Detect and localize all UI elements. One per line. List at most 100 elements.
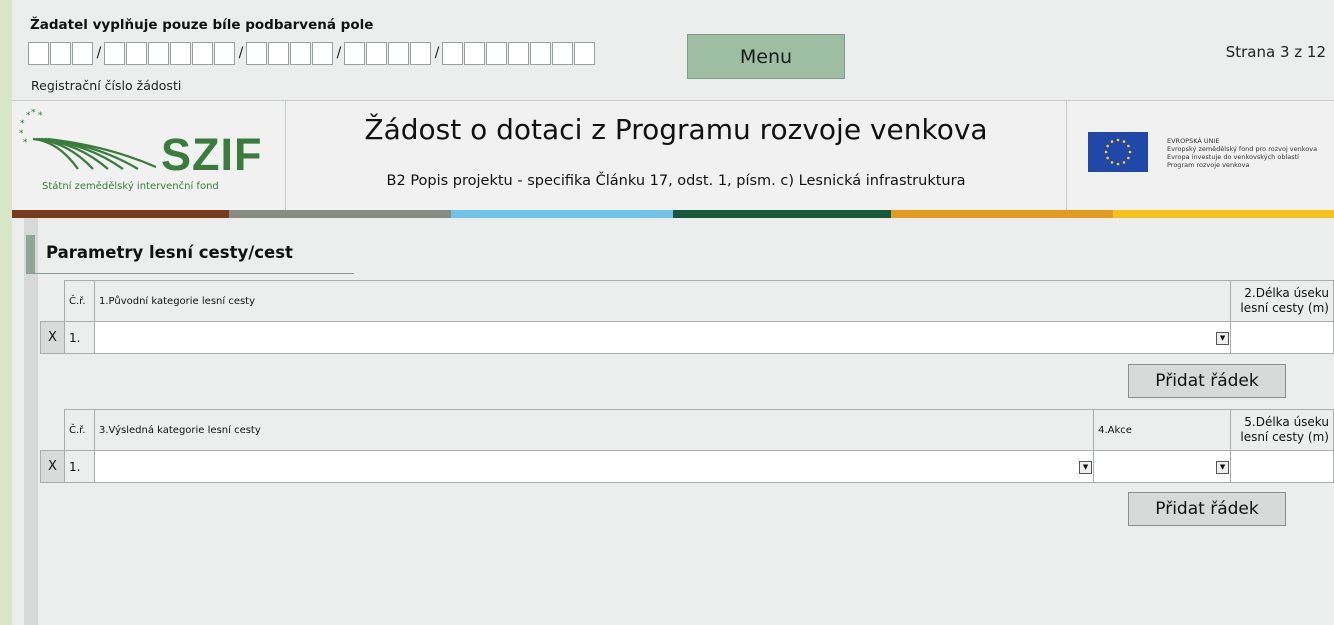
eu-star-icon bbox=[1122, 161, 1126, 164]
registration-digit-box[interactable] bbox=[104, 42, 125, 65]
eu-star-icon bbox=[1128, 150, 1132, 154]
registration-digit-box[interactable] bbox=[344, 42, 365, 65]
section-title: Parametry lesní cesty/cest bbox=[46, 243, 293, 262]
eu-star-icon bbox=[1106, 156, 1109, 160]
color-stripe-segment bbox=[1113, 210, 1334, 218]
eu-flag-icon bbox=[1088, 132, 1148, 172]
form-banner: * * * * * * SZIF Státní zemědělský intervenčn… bbox=[12, 100, 1334, 211]
registration-digit-box[interactable] bbox=[126, 42, 147, 65]
svg-text:*: * bbox=[23, 138, 28, 148]
eu-star-icon bbox=[1110, 161, 1114, 164]
category-select[interactable]: ▼ bbox=[93, 321, 1232, 354]
registration-digit-box[interactable] bbox=[442, 42, 463, 65]
registration-digit-box[interactable] bbox=[530, 42, 551, 65]
eu-star-icon bbox=[1122, 140, 1126, 143]
col-action-header: 4.Akce bbox=[1093, 409, 1232, 451]
registration-digit-box[interactable] bbox=[486, 42, 507, 65]
szif-logo: * * * * * * SZIF Státní zemědělský intervenčn… bbox=[12, 101, 286, 211]
svg-text:*: * bbox=[31, 109, 36, 118]
eu-line: Program rozvoje venkova bbox=[1167, 161, 1250, 169]
color-stripe-segment bbox=[451, 210, 673, 218]
registration-digit-box[interactable] bbox=[50, 42, 71, 65]
registration-number-label: Registrační číslo žádosti bbox=[31, 78, 182, 93]
title-block: Žádost o dotaci z Programu rozvoje venko… bbox=[286, 101, 1067, 211]
svg-text:*: * bbox=[20, 119, 25, 129]
eu-line: Evropa investuje do venkovských oblastí bbox=[1167, 153, 1299, 161]
registration-digit-box[interactable] bbox=[574, 42, 595, 65]
registration-separator: / bbox=[238, 45, 244, 61]
eu-logo: EVROPSKÁ UNIE Evropský zemědělský fond p… bbox=[1067, 101, 1334, 211]
col-category-header: 1.Původní kategorie lesní cesty bbox=[93, 280, 1232, 322]
registration-digit-box[interactable] bbox=[312, 42, 333, 65]
form-page: Žadatel vyplňuje pouze bíle podbarvená p… bbox=[12, 0, 1334, 625]
registration-digit-box[interactable] bbox=[290, 42, 311, 65]
registration-digit-box[interactable] bbox=[72, 42, 93, 65]
table-header-row: Č.ř. 3.Výsledná kategorie lesní cesty 4.… bbox=[41, 409, 1334, 451]
registration-number-fields[interactable]: / / / / bbox=[28, 41, 596, 66]
page-indicator: Strana 3 z 12 bbox=[1225, 43, 1326, 61]
szif-logo-text: SZIF bbox=[161, 129, 263, 180]
instruction-text: Žadatel vyplňuje pouze bíle podbarvená p… bbox=[30, 17, 374, 33]
table-row: X 1. ▼ ▼ bbox=[40, 450, 1334, 483]
registration-separator: / bbox=[434, 45, 440, 61]
eu-star-icon bbox=[1127, 156, 1130, 160]
svg-text:*: * bbox=[38, 111, 43, 121]
registration-digit-box[interactable] bbox=[148, 42, 169, 65]
resulting-category-table: Č.ř. 3.Výsledná kategorie lesní cesty 4.… bbox=[40, 409, 1334, 483]
eu-star-icon bbox=[1104, 150, 1108, 154]
registration-digit-box[interactable] bbox=[464, 42, 485, 65]
original-category-table: Č.ř. 1.Původní kategorie lesní cesty 2.D… bbox=[40, 280, 1334, 354]
add-row-button[interactable]: Přidat řádek bbox=[1128, 364, 1286, 398]
dropdown-arrow-icon[interactable]: ▼ bbox=[1216, 332, 1230, 345]
color-stripe-segment bbox=[12, 210, 229, 218]
color-stripe bbox=[12, 210, 1334, 218]
form-subtitle: B2 Popis projektu - specifika Článku 17,… bbox=[386, 173, 966, 189]
header-spacer bbox=[41, 410, 65, 451]
col-nr-header: Č.ř. bbox=[63, 409, 95, 451]
eu-line: EVROPSKÁ UNIE bbox=[1167, 137, 1220, 145]
add-row-button[interactable]: Přidat řádek bbox=[1128, 492, 1286, 526]
szif-logo-subtext: Státní zemědělský intervenční fond bbox=[42, 181, 219, 192]
col-length-header: 5.Délka úseku lesní cesty (m) bbox=[1230, 409, 1334, 451]
registration-digit-box[interactable] bbox=[508, 42, 529, 65]
section-side-shade bbox=[24, 218, 38, 625]
color-stripe-segment bbox=[891, 210, 1113, 218]
eu-star-icon bbox=[1106, 144, 1109, 148]
menu-button[interactable]: Menu bbox=[687, 34, 845, 79]
header-spacer bbox=[41, 281, 65, 322]
eu-line: Evropský zemědělský fond pro rozvoj venk… bbox=[1167, 145, 1318, 153]
registration-digit-box[interactable] bbox=[28, 42, 49, 65]
registration-digit-box[interactable] bbox=[170, 42, 191, 65]
szif-fields-icon: * ***** bbox=[19, 109, 157, 170]
eu-star-icon bbox=[1116, 138, 1120, 142]
eu-star-icon bbox=[1116, 162, 1120, 166]
eu-logo-text: EVROPSKÁ UNIE Evropský zemědělský fond p… bbox=[1167, 137, 1317, 169]
registration-separator: / bbox=[336, 45, 342, 61]
registration-digit-box[interactable] bbox=[552, 42, 573, 65]
dropdown-arrow-icon[interactable]: ▼ bbox=[1079, 461, 1093, 474]
registration-digit-box[interactable] bbox=[246, 42, 267, 65]
col-length-header: 2.Délka úseku lesní cesty (m) bbox=[1230, 280, 1334, 322]
left-margin bbox=[0, 0, 12, 625]
category-select[interactable]: ▼ bbox=[93, 450, 1095, 483]
dropdown-arrow-icon[interactable]: ▼ bbox=[1216, 461, 1230, 474]
remove-row-button[interactable]: X bbox=[40, 450, 65, 483]
col-category-header: 3.Výsledná kategorie lesní cesty bbox=[93, 409, 1095, 451]
row-number: 1. bbox=[63, 321, 95, 354]
row-number: 1. bbox=[63, 450, 95, 483]
registration-digit-box[interactable] bbox=[192, 42, 213, 65]
registration-digit-box[interactable] bbox=[214, 42, 235, 65]
registration-digit-box[interactable] bbox=[268, 42, 289, 65]
color-stripe-segment bbox=[229, 210, 451, 218]
registration-digit-box[interactable] bbox=[410, 42, 431, 65]
registration-digit-box[interactable] bbox=[366, 42, 387, 65]
form-title: Žádost o dotaci z Programu rozvoje venko… bbox=[364, 113, 988, 146]
registration-separator: / bbox=[96, 45, 102, 61]
registration-digit-box[interactable] bbox=[388, 42, 409, 65]
length-input[interactable] bbox=[1230, 321, 1334, 354]
remove-row-button[interactable]: X bbox=[40, 321, 65, 354]
action-select[interactable]: ▼ bbox=[1093, 450, 1232, 483]
length-input[interactable] bbox=[1230, 450, 1334, 483]
section-header: Parametry lesní cesty/cest bbox=[26, 235, 354, 274]
col-nr-header: Č.ř. bbox=[63, 280, 95, 322]
